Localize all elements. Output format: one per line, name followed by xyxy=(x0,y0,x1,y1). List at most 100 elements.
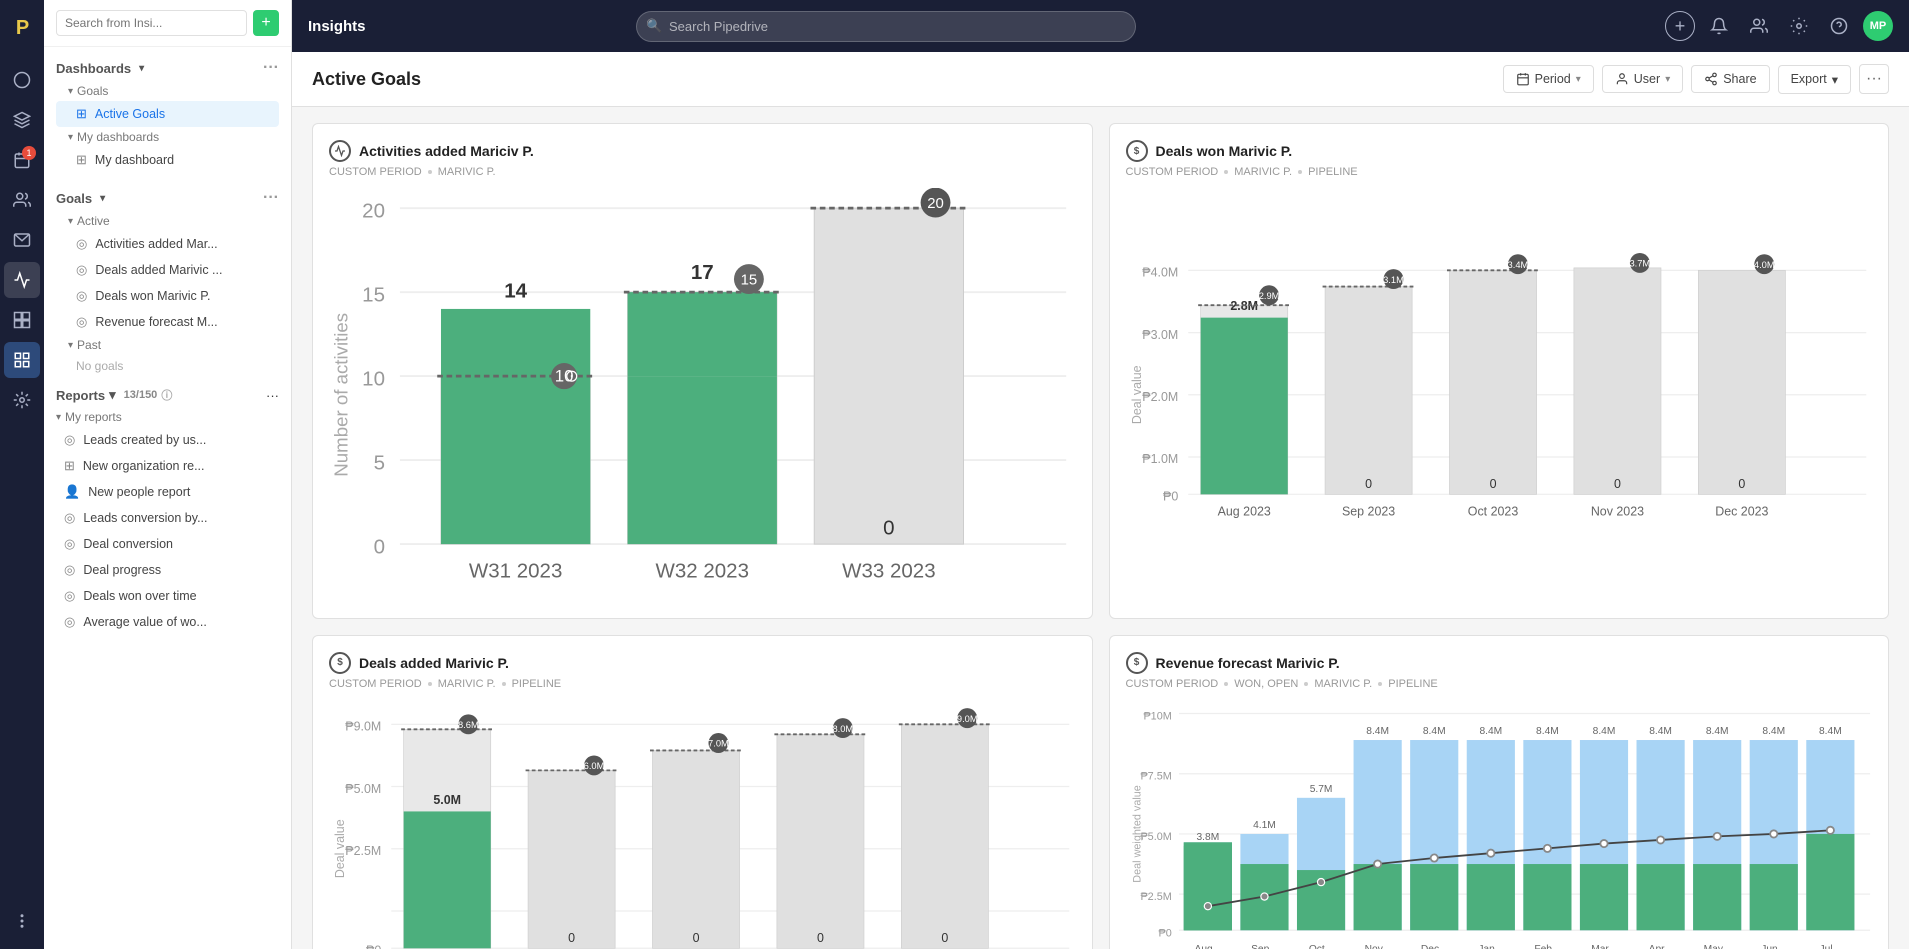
svg-text:3.7M: 3.7M xyxy=(1629,259,1650,269)
my-reports-label: My reports xyxy=(65,410,122,424)
reports-info-icon: ⓘ xyxy=(161,387,172,403)
topbar-search-input[interactable] xyxy=(636,11,1136,42)
search-wrapper: 🔍 xyxy=(636,11,1136,42)
export-button[interactable]: Export ▾ xyxy=(1778,65,1851,94)
leads-created-label: Leads created by us... xyxy=(83,433,206,447)
dashboards-section: Dashboards ▾ ··· ▾ Goals ⊞ Active Goals … xyxy=(44,47,291,177)
sidebar-item-my-dashboard[interactable]: ⊞ My dashboard xyxy=(56,147,279,173)
nav-icon-logo[interactable]: P xyxy=(4,10,40,46)
goals-section-chevron: ▾ xyxy=(100,193,105,204)
svg-text:Dec...: Dec... xyxy=(1420,943,1447,949)
activities-added-label: Activities added Mar... xyxy=(95,237,217,251)
activities-meta-period: CUSTOM PERIOD xyxy=(329,166,422,178)
deals-added-meta-period: CUSTOM PERIOD xyxy=(329,678,422,690)
revenue-meta-won-open: WON, OPEN xyxy=(1234,678,1298,690)
svg-text:0: 0 xyxy=(693,931,700,945)
svg-text:Feb...: Feb... xyxy=(1534,943,1560,949)
revenue-forecast-card: $ Revenue forecast Marivic P. CUSTOM PER… xyxy=(1109,635,1890,949)
sidebar-item-new-org[interactable]: ⊞ New organization re... xyxy=(44,453,291,479)
nav-icon-more[interactable] xyxy=(4,903,40,939)
svg-text:₱5.0M: ₱5.0M xyxy=(1140,831,1171,843)
svg-text:₱4.0M: ₱4.0M xyxy=(1142,266,1178,280)
svg-text:8.4M: 8.4M xyxy=(1479,726,1502,737)
sidebar-item-deals-added[interactable]: ◎ Deals added Marivic ... xyxy=(56,257,279,283)
dashboards-dots[interactable]: ··· xyxy=(263,59,279,77)
deals-won-meta-period: CUSTOM PERIOD xyxy=(1126,166,1219,178)
deals-won-meta-user: MARIVIC P. xyxy=(1234,166,1292,178)
goals-group[interactable]: ▾ Goals xyxy=(56,81,279,101)
nav-icon-products[interactable] xyxy=(4,262,40,298)
topbar-notifications-btn[interactable] xyxy=(1703,10,1735,42)
sidebar-add-button[interactable]: + xyxy=(253,10,279,36)
topbar-contacts-btn[interactable] xyxy=(1743,10,1775,42)
charts-grid: Activities added Mariciv P. CUSTOM PERIO… xyxy=(292,107,1909,949)
deals-won-card-meta: CUSTOM PERIOD MARIVIC P. PIPELINE xyxy=(1126,166,1873,178)
sidebar-item-deal-conversion[interactable]: ◎ Deal conversion xyxy=(44,531,291,557)
nav-icon-activities[interactable]: 1 xyxy=(4,142,40,178)
topbar-add-button[interactable]: + xyxy=(1665,11,1695,41)
dashboards-header[interactable]: Dashboards ▾ ··· xyxy=(56,55,279,81)
svg-text:W32 2023: W32 2023 xyxy=(655,560,749,583)
svg-text:Oct...: Oct... xyxy=(1308,943,1332,949)
svg-text:₱3.0M: ₱3.0M xyxy=(1142,328,1178,342)
deals-won-over-time-icon: ◎ xyxy=(64,588,75,604)
topbar-bulb-btn[interactable] xyxy=(1783,10,1815,42)
sidebar: + Dashboards ▾ ··· ▾ Goals ⊞ Active Goal… xyxy=(44,0,292,949)
deals-added-meta-pipeline: PIPELINE xyxy=(512,678,562,690)
share-button[interactable]: Share xyxy=(1691,65,1769,93)
meta-dot-1 xyxy=(428,170,432,174)
deal-conversion-label: Deal conversion xyxy=(83,537,173,551)
goals-section-header[interactable]: Goals ▾ ··· xyxy=(56,185,279,211)
sidebar-item-deal-progress[interactable]: ◎ Deal progress xyxy=(44,557,291,583)
sidebar-search-input[interactable] xyxy=(56,10,247,36)
goals-chevron: ▾ xyxy=(68,86,73,97)
new-people-icon: 👤 xyxy=(64,484,80,500)
svg-text:Aug 2023: Aug 2023 xyxy=(1217,504,1270,518)
sidebar-item-activities-added[interactable]: ◎ Activities added Mar... xyxy=(56,231,279,257)
my-dashboards-group[interactable]: ▾ My dashboards xyxy=(56,127,279,147)
svg-text:Deal weighted value: Deal weighted value xyxy=(1131,785,1143,883)
topbar-help-btn[interactable] xyxy=(1823,10,1855,42)
avg-value-icon: ◎ xyxy=(64,614,75,630)
past-group[interactable]: ▾ Past xyxy=(56,335,279,355)
nav-icon-deals[interactable] xyxy=(4,102,40,138)
leads-conversion-label: Leads conversion by... xyxy=(83,511,207,525)
more-options-button[interactable]: ··· xyxy=(1859,64,1889,94)
sidebar-item-leads-created[interactable]: ◎ Leads created by us... xyxy=(44,427,291,453)
svg-text:8.4M: 8.4M xyxy=(1818,726,1841,737)
svg-text:8.4M: 8.4M xyxy=(1536,726,1559,737)
no-goals-label: No goals xyxy=(56,355,279,377)
sidebar-item-active-goals[interactable]: ⊞ Active Goals xyxy=(56,101,279,127)
nav-icon-reports[interactable] xyxy=(4,302,40,338)
period-button[interactable]: Period ▾ xyxy=(1503,65,1594,93)
svg-text:Oct 2023: Oct 2023 xyxy=(1467,504,1518,518)
reports-title-group[interactable]: Reports ▾ 13/150 ⓘ xyxy=(56,387,172,403)
deals-won-over-time-label: Deals won over time xyxy=(83,589,196,603)
content-actions: Period ▾ User ▾ Share Export ▾ ··· xyxy=(1503,64,1889,94)
sidebar-item-avg-value[interactable]: ◎ Average value of wo... xyxy=(44,609,291,635)
sidebar-item-deals-won[interactable]: ◎ Deals won Marivic P. xyxy=(56,283,279,309)
sidebar-item-revenue-forecast[interactable]: ◎ Revenue forecast M... xyxy=(56,309,279,335)
svg-text:0: 0 xyxy=(1613,477,1620,491)
goals-section-dots[interactable]: ··· xyxy=(263,189,279,207)
user-avatar[interactable]: MP xyxy=(1863,11,1893,41)
revenue-forecast-bar-chart: ₱10M ₱7.5M ₱5.0M ₱2.5M ₱0 Deal weighted … xyxy=(1126,700,1873,949)
nav-icon-mail[interactable] xyxy=(4,222,40,258)
reports-label: Reports xyxy=(56,388,105,403)
nav-icon-contacts[interactable] xyxy=(4,182,40,218)
svg-text:0: 0 xyxy=(817,931,824,945)
my-reports-group[interactable]: ▾ My reports xyxy=(44,407,291,427)
nav-icon-home[interactable] xyxy=(4,62,40,98)
nav-icon-insights[interactable] xyxy=(4,342,40,378)
revenue-meta-period: CUSTOM PERIOD xyxy=(1126,678,1219,690)
deals-added-label: Deals added Marivic ... xyxy=(95,263,222,277)
deals-added-card-meta: CUSTOM PERIOD MARIVIC P. PIPELINE xyxy=(329,678,1076,690)
sidebar-item-new-people[interactable]: 👤 New people report xyxy=(44,479,291,505)
sidebar-item-leads-conversion[interactable]: ◎ Leads conversion by... xyxy=(44,505,291,531)
reports-dots[interactable]: ··· xyxy=(266,388,279,403)
sidebar-item-deals-won-over-time[interactable]: ◎ Deals won over time xyxy=(44,583,291,609)
nav-icon-marketplace[interactable] xyxy=(4,382,40,418)
svg-text:20: 20 xyxy=(927,195,944,212)
active-group[interactable]: ▾ Active xyxy=(56,211,279,231)
user-button[interactable]: User ▾ xyxy=(1602,65,1683,93)
